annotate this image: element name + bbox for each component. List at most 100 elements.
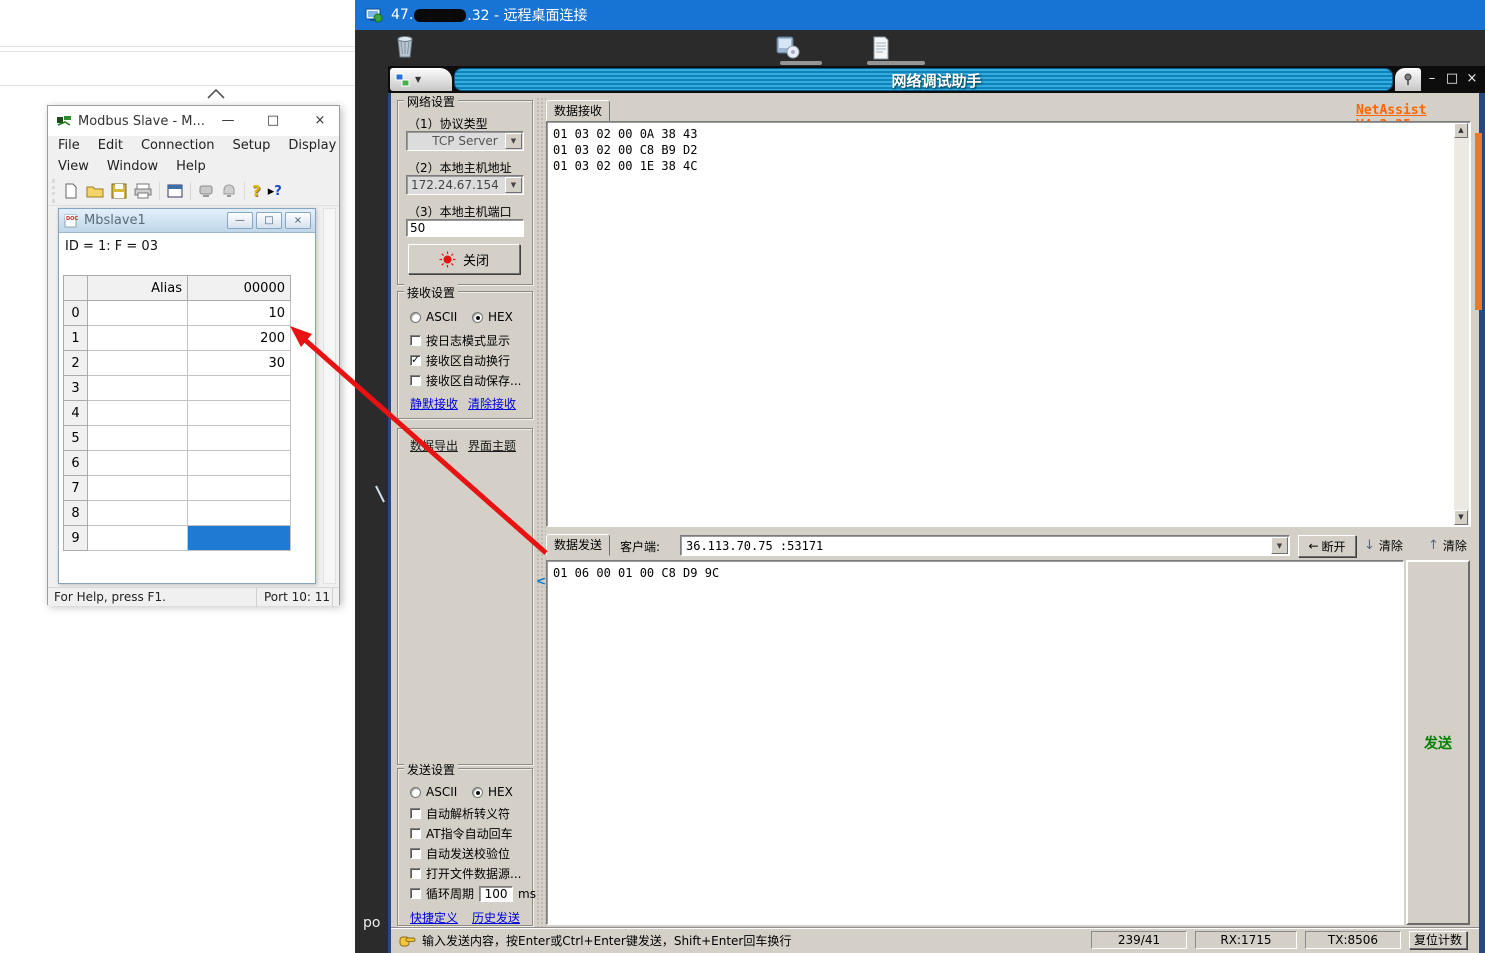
recycle-bin-icon[interactable] bbox=[393, 33, 417, 59]
save-icon[interactable] bbox=[111, 183, 127, 199]
close-button[interactable]: × bbox=[303, 106, 337, 136]
radio-hex[interactable]: HEX bbox=[472, 310, 513, 324]
help-icon[interactable]: ? bbox=[252, 182, 261, 200]
clear-send-button[interactable]: ↑ 清除 bbox=[1428, 537, 1467, 554]
send-button[interactable]: 发送 bbox=[1406, 560, 1470, 925]
data-export-link[interactable]: 数据导出 bbox=[410, 437, 458, 454]
close-connection-button[interactable]: 关闭 bbox=[408, 244, 520, 274]
dropdown-arrow-icon[interactable]: ▼ bbox=[505, 177, 522, 193]
checkbox-log-mode[interactable]: 按日志模式显示 bbox=[410, 332, 510, 349]
menu-window[interactable]: Window bbox=[107, 159, 158, 174]
value-cell[interactable] bbox=[187, 500, 291, 526]
comm-traffic-icon[interactable] bbox=[198, 183, 214, 199]
doc-minimize-button[interactable]: — bbox=[227, 212, 253, 229]
display-setup-icon[interactable] bbox=[167, 183, 183, 199]
value-cell[interactable]: 30 bbox=[187, 350, 291, 376]
alias-cell[interactable] bbox=[87, 300, 188, 326]
value-cell[interactable] bbox=[187, 400, 291, 426]
shortcut-define-link[interactable]: 快捷定义 bbox=[410, 909, 458, 926]
mdi-scrollbar[interactable] bbox=[323, 208, 336, 584]
checkbox-file-source[interactable]: 打开文件数据源... bbox=[410, 865, 521, 882]
modbus-titlebar[interactable]: Modbus Slave - M... bbox=[48, 106, 339, 136]
value-cell[interactable] bbox=[187, 375, 291, 401]
rdp-scrollbar-thumb[interactable] bbox=[1475, 133, 1482, 310]
doc-restore-button[interactable]: □ bbox=[256, 212, 282, 229]
tab-data-send[interactable]: 数据发送 bbox=[546, 534, 610, 556]
panel-splitter[interactable] bbox=[536, 97, 546, 927]
menu-view[interactable]: View bbox=[58, 159, 89, 174]
value-header[interactable]: 00000 bbox=[187, 275, 291, 301]
alias-header[interactable]: Alias bbox=[87, 275, 188, 301]
checkbox-at-return[interactable]: AT指令自动回车 bbox=[410, 825, 513, 842]
silent-receive-link[interactable]: 静默接收 bbox=[410, 395, 458, 412]
comm-alert-icon[interactable] bbox=[221, 183, 237, 199]
minimize-button[interactable]: — bbox=[211, 106, 245, 136]
radio-ascii[interactable]: ASCII bbox=[410, 310, 457, 324]
context-help-icon[interactable]: ▸? bbox=[268, 184, 282, 199]
menu-edit[interactable]: Edit bbox=[98, 138, 123, 153]
minimize-button[interactable]: – bbox=[1423, 71, 1441, 86]
value-cell[interactable]: 10 bbox=[187, 300, 291, 326]
history-send-link[interactable]: 历史发送 bbox=[472, 909, 520, 926]
menu-setup[interactable]: Setup bbox=[233, 138, 271, 153]
selected-value-cell[interactable] bbox=[187, 525, 291, 551]
disconnect-button[interactable]: ← 断开 bbox=[1298, 535, 1356, 557]
tab-data-receive[interactable]: 数据接收 bbox=[546, 100, 610, 122]
reset-count-button[interactable]: 复位计数 bbox=[1409, 931, 1467, 949]
chevron-up-icon[interactable] bbox=[203, 86, 229, 100]
checkbox-auto-checksum[interactable]: 自动发送校验位 bbox=[410, 845, 510, 862]
scroll-down-icon[interactable]: ▼ bbox=[1454, 510, 1468, 525]
radio-hex[interactable]: HEX bbox=[472, 785, 513, 799]
menu-help[interactable]: Help bbox=[176, 159, 206, 174]
menu-display[interactable]: Display bbox=[288, 138, 336, 153]
checkbox-auto-wrap[interactable]: 接收区自动换行 bbox=[410, 352, 510, 369]
scroll-up-icon[interactable]: ▲ bbox=[1454, 123, 1468, 138]
send-area[interactable]: 01 06 00 01 00 C8 D9 9C bbox=[546, 560, 1404, 925]
close-button[interactable]: × bbox=[1463, 71, 1481, 86]
installer-icon[interactable] bbox=[775, 36, 801, 60]
checkbox-cycle[interactable]: 循环周期 100 ms bbox=[410, 885, 536, 902]
netassist-titlebar[interactable]: ▼ 网络调试助手 – □ × bbox=[388, 66, 1485, 93]
alias-cell[interactable] bbox=[87, 525, 188, 551]
print-icon[interactable] bbox=[134, 183, 152, 199]
checkbox-auto-save[interactable]: 接收区自动保存... bbox=[410, 372, 521, 389]
dropdown-arrow-icon[interactable]: ▼ bbox=[1271, 537, 1288, 554]
open-file-icon[interactable] bbox=[86, 183, 104, 199]
host-select[interactable]: 172.24.67.154 ▼ bbox=[406, 175, 524, 195]
value-cell[interactable]: 200 bbox=[187, 325, 291, 351]
receive-scrollbar[interactable]: ▲ ▼ bbox=[1454, 123, 1469, 525]
collapse-panel-icon[interactable]: < bbox=[536, 571, 546, 591]
doc-titlebar[interactable]: DOC Mbslave1 — □ × bbox=[59, 209, 315, 233]
menu-file[interactable]: File bbox=[58, 138, 80, 153]
document-icon[interactable] bbox=[870, 36, 892, 60]
alias-cell[interactable] bbox=[87, 450, 188, 476]
alias-cell[interactable] bbox=[87, 425, 188, 451]
dropdown-arrow-icon[interactable]: ▼ bbox=[505, 133, 522, 149]
value-cell[interactable] bbox=[187, 450, 291, 476]
alias-cell[interactable] bbox=[87, 375, 188, 401]
rdp-titlebar[interactable]: 47. .32 - 远程桌面连接 bbox=[355, 0, 1485, 30]
maximize-button[interactable]: □ bbox=[1443, 71, 1461, 86]
local-port-input[interactable]: 50 bbox=[406, 219, 524, 237]
receive-area[interactable]: 01 03 02 00 0A 38 43 01 03 02 00 C8 B9 D… bbox=[546, 121, 1471, 527]
menu-connection[interactable]: Connection bbox=[141, 138, 215, 153]
alias-cell[interactable] bbox=[87, 350, 188, 376]
protocol-select[interactable]: TCP Server ▼ bbox=[406, 131, 524, 151]
alias-cell[interactable] bbox=[87, 500, 188, 526]
value-cell[interactable] bbox=[187, 425, 291, 451]
checkbox-escape-parse[interactable]: 自动解析转义符 bbox=[410, 805, 510, 822]
doc-close-button[interactable]: × bbox=[285, 212, 311, 229]
client-select[interactable]: 36.113.70.75 :53171 ▼ bbox=[680, 535, 1290, 556]
alias-cell[interactable] bbox=[87, 400, 188, 426]
alias-cell[interactable] bbox=[87, 475, 188, 501]
corner-cell[interactable] bbox=[63, 275, 88, 301]
ui-theme-link[interactable]: 界面主题 bbox=[468, 437, 516, 454]
pin-tab[interactable] bbox=[1395, 68, 1421, 91]
new-file-icon[interactable] bbox=[63, 183, 79, 199]
value-cell[interactable] bbox=[187, 475, 291, 501]
clear-receive-link[interactable]: 清除接收 bbox=[468, 395, 516, 412]
alias-cell[interactable] bbox=[87, 325, 188, 351]
cycle-period-input[interactable]: 100 bbox=[479, 885, 514, 902]
radio-ascii[interactable]: ASCII bbox=[410, 785, 457, 799]
maximize-button[interactable]: □ bbox=[256, 106, 290, 136]
